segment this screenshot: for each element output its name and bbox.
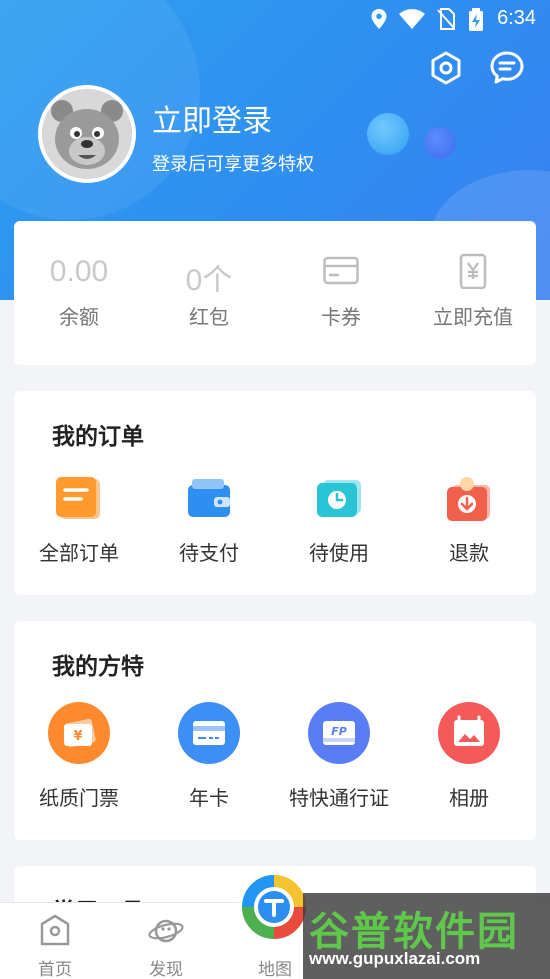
all-orders-label: 全部订单 bbox=[39, 541, 119, 565]
settings-button[interactable] bbox=[428, 50, 464, 86]
red-packet-label: 红包 bbox=[189, 305, 229, 329]
coupon-label: 卡券 bbox=[321, 305, 361, 329]
status-bar: 6:34 bbox=[0, 0, 550, 38]
recharge-label: 立即充值 bbox=[433, 305, 513, 329]
all-orders-button[interactable]: 全部订单 bbox=[14, 475, 144, 575]
album-label: 相册 bbox=[449, 786, 489, 810]
tab-home[interactable]: 首页 bbox=[0, 903, 110, 979]
pending-payment-label: 待支付 bbox=[179, 541, 239, 565]
messages-button[interactable] bbox=[489, 50, 525, 86]
paper-ticket-button[interactable]: ¥ 纸质门票 bbox=[14, 702, 144, 822]
my-fangte-card: 我的方特 ¥ 纸质门票 年卡 FP 特快通行证 相册 bbox=[14, 621, 536, 840]
orders-title: 我的订单 bbox=[52, 424, 144, 450]
red-packet-value: 0个 bbox=[185, 264, 233, 297]
home-icon bbox=[37, 913, 73, 949]
yuan-phone-icon bbox=[455, 253, 491, 290]
fp-pass-icon: FP bbox=[308, 702, 370, 764]
location-icon bbox=[370, 8, 388, 34]
ticket-icon: ¥ bbox=[48, 702, 110, 764]
fast-pass-label: 特快通行证 bbox=[289, 786, 389, 810]
red-packet-item[interactable]: 0个 红包 bbox=[144, 221, 274, 365]
tab-discover-label: 发现 bbox=[149, 960, 183, 979]
year-card-label: 年卡 bbox=[189, 786, 229, 810]
status-time: 6:34 bbox=[497, 7, 536, 29]
message-bubble-icon bbox=[490, 51, 524, 84]
no-sim-icon bbox=[436, 8, 456, 34]
clock-ticket-icon bbox=[314, 475, 364, 525]
settings-hex-icon bbox=[431, 51, 461, 85]
tab-discover[interactable]: 发现 bbox=[111, 903, 221, 979]
wifi-icon bbox=[398, 8, 426, 34]
login-subtitle: 登录后可享更多特权 bbox=[152, 154, 314, 175]
fast-pass-button[interactable]: FP 特快通行证 bbox=[274, 702, 404, 822]
coupon-item[interactable]: 卡券 bbox=[276, 221, 406, 365]
album-button[interactable]: 相册 bbox=[404, 702, 534, 822]
tab-home-label: 首页 bbox=[38, 960, 72, 979]
svg-text:¥: ¥ bbox=[73, 729, 82, 744]
decoration-bubble bbox=[367, 113, 409, 155]
recharge-item[interactable]: 立即充值 bbox=[408, 221, 538, 365]
refund-icon bbox=[444, 475, 494, 525]
battery-charging-icon bbox=[468, 8, 484, 36]
fangte-title: 我的方特 bbox=[52, 654, 144, 680]
card-icon bbox=[323, 253, 359, 289]
avatar[interactable] bbox=[38, 85, 136, 183]
wallet-icon bbox=[184, 475, 234, 525]
year-card-button[interactable]: 年卡 bbox=[144, 702, 274, 822]
all-orders-icon bbox=[54, 475, 104, 525]
my-orders-card: 我的订单 全部订单 待支付 待使用 退款 bbox=[14, 391, 536, 595]
bear-avatar-image bbox=[42, 89, 132, 179]
map-center-button[interactable] bbox=[239, 872, 309, 942]
watermark-url: www.gupuxlazai.com bbox=[309, 949, 481, 968]
paper-ticket-label: 纸质门票 bbox=[39, 786, 119, 810]
watermark-logo: 谷普软件园 www.gupuxlazai.com bbox=[303, 893, 550, 979]
map-pin-icon bbox=[254, 887, 294, 927]
decoration-bubble bbox=[424, 127, 456, 159]
balance-item[interactable]: 0.00 余额 bbox=[14, 221, 144, 365]
balance-label: 余额 bbox=[59, 305, 99, 329]
login-title[interactable]: 立即登录 bbox=[152, 96, 272, 140]
album-icon bbox=[438, 702, 500, 764]
planet-icon bbox=[148, 913, 184, 949]
pending-use-label: 待使用 bbox=[309, 541, 369, 565]
year-card-icon bbox=[178, 702, 240, 764]
refund-label: 退款 bbox=[449, 541, 489, 565]
balance-value: 0.00 bbox=[49, 255, 109, 288]
pending-use-button[interactable]: 待使用 bbox=[274, 475, 404, 575]
svg-text:FP: FP bbox=[331, 725, 347, 738]
pending-payment-button[interactable]: 待支付 bbox=[144, 475, 274, 575]
refund-button[interactable]: 退款 bbox=[404, 475, 534, 575]
wallet-card: 0.00 余额 0个 红包 卡券 立即充值 bbox=[14, 221, 536, 365]
